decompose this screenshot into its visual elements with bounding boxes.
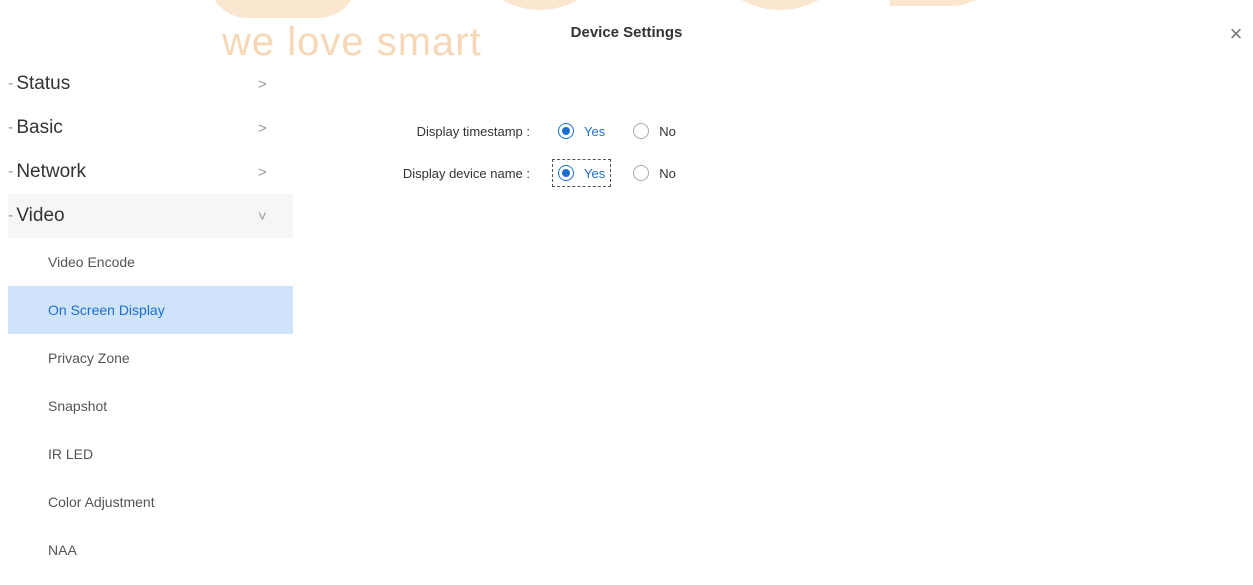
- sidebar-item-label: Basic: [16, 117, 63, 138]
- watermark-shape: [890, 0, 1010, 6]
- radio-checked-icon: [558, 123, 574, 139]
- display-device-name-row: Display device name : Yes No: [330, 152, 676, 194]
- chevron-right-icon: >: [258, 119, 267, 137]
- bullet-dash: -: [8, 163, 14, 180]
- sidebar-item-basic[interactable]: - Basic >: [8, 106, 293, 150]
- radio-label-no: No: [659, 123, 676, 139]
- sidebar-item-video[interactable]: - Video ˅: [8, 194, 293, 238]
- chevron-right-icon: >: [258, 163, 267, 181]
- display-device-name-label: Display device name :: [402, 165, 530, 181]
- sidebar: - Status > - Basic > - Network > - Video…: [8, 62, 293, 574]
- display-timestamp-row: Display timestamp : Yes No: [330, 110, 676, 152]
- display-timestamp-no-radio[interactable]: No: [633, 123, 676, 139]
- radio-unchecked-icon: [633, 123, 650, 139]
- radio-unchecked-icon: [633, 165, 650, 181]
- display-device-name-yes-radio[interactable]: Yes: [551, 159, 612, 187]
- display-timestamp-yes-radio[interactable]: Yes: [558, 123, 605, 139]
- bullet-dash: -: [8, 119, 14, 136]
- sidebar-item-status[interactable]: - Status >: [8, 62, 293, 106]
- sidebar-subitem-naa[interactable]: NAA: [8, 526, 293, 574]
- bullet-dash: -: [8, 75, 14, 92]
- radio-label-yes: Yes: [584, 123, 606, 139]
- display-timestamp-label: Display timestamp :: [416, 123, 530, 139]
- title-bar: Device Settings ×: [0, 14, 1253, 54]
- display-device-name-no-radio[interactable]: No: [633, 165, 676, 181]
- chevron-down-icon: ˅: [258, 207, 267, 225]
- bullet-dash: -: [8, 207, 14, 224]
- sidebar-subitem-on-screen-display[interactable]: On Screen Display: [8, 286, 293, 334]
- watermark-shape: [700, 0, 860, 10]
- sidebar-item-label: Network: [16, 161, 87, 182]
- close-icon[interactable]: ×: [1226, 22, 1246, 46]
- sidebar-subitem-ir-led[interactable]: IR LED: [8, 430, 293, 478]
- sidebar-subitem-snapshot[interactable]: Snapshot: [8, 382, 293, 430]
- sidebar-item-label: Status: [16, 73, 71, 94]
- page-title: Device Settings: [570, 24, 683, 41]
- osd-form: Display timestamp : Yes No Display devic…: [330, 110, 676, 194]
- watermark-shape: [465, 0, 615, 10]
- radio-label-yes: Yes: [584, 165, 606, 181]
- sidebar-item-network[interactable]: - Network >: [8, 150, 293, 194]
- sidebar-item-label: Video: [16, 205, 65, 226]
- sidebar-subitem-color-adjustment[interactable]: Color Adjustment: [8, 478, 293, 526]
- radio-checked-icon: [558, 165, 574, 181]
- radio-label-no: No: [659, 165, 676, 181]
- sidebar-subitem-privacy-zone[interactable]: Privacy Zone: [8, 334, 293, 382]
- sidebar-subitem-video-encode[interactable]: Video Encode: [8, 238, 293, 286]
- chevron-right-icon: >: [258, 75, 267, 93]
